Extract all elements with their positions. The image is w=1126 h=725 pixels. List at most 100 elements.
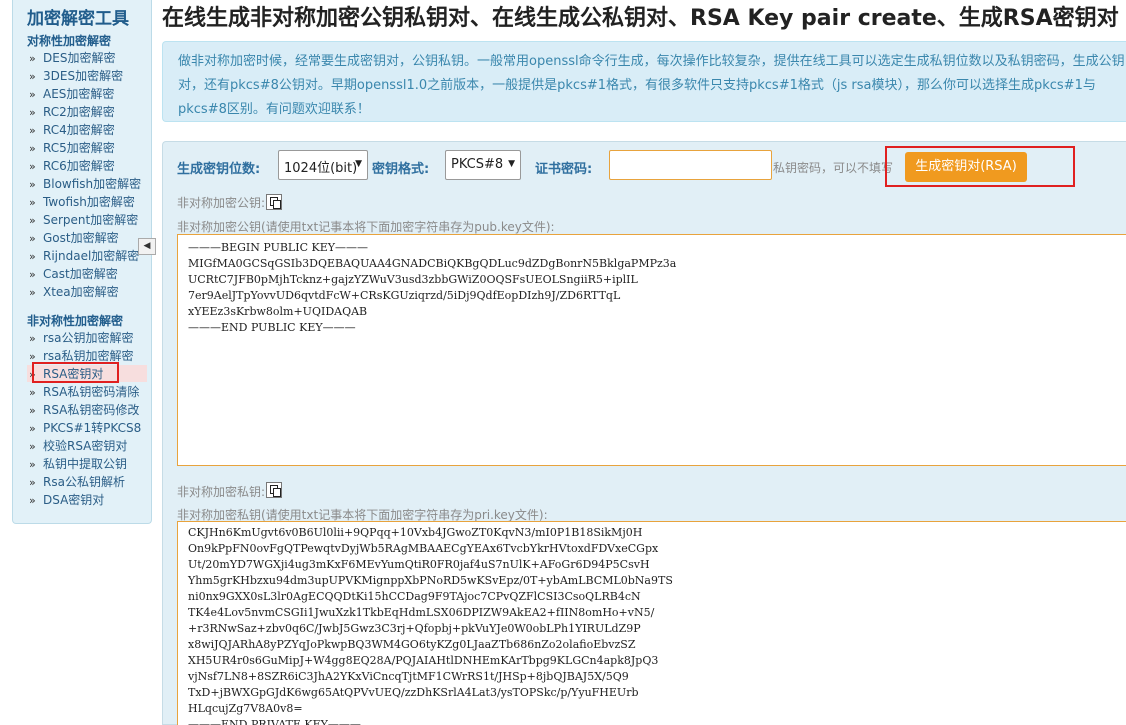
sidebar-item-label: Cast加密解密 xyxy=(43,267,118,281)
sidebar-collapse-button[interactable]: ◀ xyxy=(138,238,156,255)
sidebar-item[interactable]: » DES加密解密 xyxy=(27,49,115,66)
format-select-value: PKCS#8 xyxy=(451,157,504,172)
key-line: On9kPpFN0ovFgQTPewqtvDyjWb5RAgMBAAECgYEA… xyxy=(188,542,659,555)
double-chevron-right-icon: » xyxy=(29,106,36,119)
public-key-label: 非对称加密公钥: xyxy=(177,196,266,210)
sidebar-item[interactable]: » Rsa公私钥解析 xyxy=(27,473,125,490)
sidebar-item[interactable]: » Xtea加密解密 xyxy=(27,283,119,300)
double-chevron-right-icon: » xyxy=(29,458,36,471)
bits-select-value: 1024位(bit) xyxy=(284,161,358,176)
private-key-label: 非对称加密私钥: xyxy=(177,485,266,499)
sidebar: 加密解密工具 对称性加密解密 » DES加密解密 » 3DES加密解密 » AES加密解密… xyxy=(12,0,152,524)
sidebar-item[interactable]: » AES加密解密 xyxy=(27,85,114,102)
sidebar-item-label: Xtea加密解密 xyxy=(43,285,119,299)
copy-icon[interactable] xyxy=(266,194,282,210)
sidebar-item[interactable]: » RC5加密解密 xyxy=(27,139,115,156)
public-key-textarea[interactable]: ———BEGIN PUBLIC KEY——— MIGfMA0GCSqGSIb3DQ… xyxy=(177,234,1126,466)
key-line: ———END PRIVATE KEY——— xyxy=(188,718,361,725)
sidebar-item[interactable]: » RSA密钥对 xyxy=(27,365,147,382)
sidebar-item-label: 私钥中提取公钥 xyxy=(43,457,128,471)
double-chevron-right-icon: » xyxy=(29,440,36,453)
sidebar-item[interactable]: » RSA私钥密码清除 xyxy=(27,383,139,400)
double-chevron-right-icon: » xyxy=(29,332,36,345)
sidebar-item-label: RSA私钥密码修改 xyxy=(43,403,140,417)
sidebar-title: 加密解密工具 xyxy=(27,9,129,29)
sidebar-item[interactable]: » RSA私钥密码修改 xyxy=(27,401,139,418)
key-line: ———BEGIN PUBLIC KEY——— xyxy=(188,241,369,254)
sidebar-item-label: PKCS#1转PKCS8 xyxy=(43,421,142,435)
sidebar-item[interactable]: » DSA密钥对 xyxy=(27,491,104,508)
double-chevron-right-icon: » xyxy=(29,422,36,435)
format-label: 密钥格式: xyxy=(372,162,430,177)
key-line: vjNsf7LN8+8SZR6iC3JhA2YKxViCncqTjtMF1CWr… xyxy=(188,670,629,683)
key-line: XH5UR4r0s6GuMipJ+W4gg8EQ28A/PQJAIAHtlDNH… xyxy=(188,654,659,667)
sidebar-item[interactable]: » Serpent加密解密 xyxy=(27,211,138,228)
key-line: x8wiJQJARhA8yPZYqJoPkwpBQ3WM4GO6tyKZg0LJ… xyxy=(188,638,636,651)
double-chevron-right-icon: » xyxy=(29,476,36,489)
sidebar-item-label: Twofish加密解密 xyxy=(43,195,135,209)
sidebar-item[interactable]: » RC6加密解密 xyxy=(27,157,115,174)
sidebar-item[interactable]: » 3DES加密解密 xyxy=(27,67,123,84)
sidebar-item[interactable]: » 私钥中提取公钥 xyxy=(27,455,127,472)
sidebar-item-label: Rijndael加密解密 xyxy=(43,249,140,263)
sidebar-item-label: RSA私钥密码清除 xyxy=(43,385,140,399)
sidebar-item[interactable]: » Twofish加密解密 xyxy=(27,193,135,210)
sidebar-item-label: Rsa公私钥解析 xyxy=(43,475,125,489)
sidebar-group-asymmetric: 非对称性加密解密 xyxy=(27,314,124,328)
double-chevron-right-icon: » xyxy=(29,286,36,299)
key-line: ———END PUBLIC KEY——— xyxy=(188,321,356,334)
sidebar-item-label: RC6加密解密 xyxy=(43,159,115,173)
public-key-sublabel: 非对称加密公钥(请使用txt记事本将下面加密字符串存为pub.key文件): xyxy=(177,220,555,234)
copy-icon[interactable] xyxy=(266,482,282,498)
double-chevron-right-icon: » xyxy=(29,214,36,227)
double-chevron-right-icon: » xyxy=(29,88,36,101)
generate-keypair-button[interactable]: 生成密钥对(RSA) xyxy=(905,152,1027,182)
sidebar-group-symmetric: 对称性加密解密 xyxy=(27,34,112,48)
bits-select[interactable]: 1024位(bit) ▼ xyxy=(278,150,368,180)
sidebar-item-label: rsa私钥加密解密 xyxy=(43,349,134,363)
sidebar-item[interactable]: » 校验RSA密钥对 xyxy=(27,437,127,454)
double-chevron-right-icon: » xyxy=(29,350,36,363)
sidebar-item[interactable]: » PKCS#1转PKCS8 xyxy=(27,419,141,436)
private-key-textarea[interactable]: CKJHn6KmUgvt6v0B6Ul0lii+9QPqq+10Vxb4JGwo… xyxy=(177,521,1126,725)
sidebar-item[interactable]: » RC4加密解密 xyxy=(27,121,115,138)
key-line: MIGfMA0GCSqGSIb3DQEBAQUAA4GNADCBiQKBgQDL… xyxy=(188,257,677,270)
sidebar-item-label: rsa公钥加密解密 xyxy=(43,331,134,345)
password-label: 证书密码: xyxy=(535,162,593,177)
password-hint: 私钥密码，可以不填写 xyxy=(773,161,894,175)
chevron-down-icon: ▼ xyxy=(355,159,362,169)
password-input[interactable] xyxy=(609,150,772,180)
sidebar-item-label: Serpent加密解密 xyxy=(43,213,139,227)
sidebar-item-label: RSA密钥对 xyxy=(43,367,104,381)
key-line: ni0nx9GXX0sL3lr0AgECQQDtKi15hCCDag9F9TAj… xyxy=(188,590,641,603)
sidebar-item[interactable]: » RC2加密解密 xyxy=(27,103,115,120)
sidebar-item-label: RC2加密解密 xyxy=(43,105,115,119)
double-chevron-right-icon: » xyxy=(29,232,36,245)
sidebar-item-label: DES加密解密 xyxy=(43,51,116,65)
key-line: TK4e4Lov5nvmCSGIi1JwuXzk1TkbEqHdmLSX06DP… xyxy=(188,606,655,619)
double-chevron-right-icon: » xyxy=(29,368,36,381)
bits-label: 生成密钥位数: xyxy=(177,162,261,177)
double-chevron-right-icon: » xyxy=(29,268,36,281)
sidebar-item[interactable]: » Gost加密解密 xyxy=(27,229,119,246)
sidebar-item-label: RC5加密解密 xyxy=(43,141,115,155)
key-line: UCRtC7JFB0pMjhTcknz+gajzYZWuV3usd3zbbGWi… xyxy=(188,273,638,286)
double-chevron-right-icon: » xyxy=(29,70,36,83)
key-line: +r3RNwSaz+zbv0q6C/JwbJ5Gwz3C3rj+Qfopbj+p… xyxy=(188,622,641,635)
sidebar-item[interactable]: » Rijndael加密解密 xyxy=(27,247,139,264)
sidebar-item-label: Blowfish加密解密 xyxy=(43,177,142,191)
key-line: HLqcujZg7V8A0v8= xyxy=(188,702,303,715)
sidebar-item[interactable]: » Cast加密解密 xyxy=(27,265,118,282)
key-line: xYEEz3sKrbw8olm+UQIDAQAB xyxy=(188,305,368,318)
sidebar-item[interactable]: » rsa私钥加密解密 xyxy=(27,347,134,364)
sidebar-item[interactable]: » Blowfish加密解密 xyxy=(27,175,141,192)
description-alert: 做非对称加密时候，经常要生成密钥对，公钥私钥。一般常用openssl命令行生成，… xyxy=(162,41,1126,122)
sidebar-item-label: 校验RSA密钥对 xyxy=(43,439,128,453)
format-select[interactable]: PKCS#8 ▼ xyxy=(445,150,521,180)
page-title: 在线生成非对称加密公钥私钥对、在线生成公私钥对、RSA Key pair cre… xyxy=(162,6,1119,31)
double-chevron-right-icon: » xyxy=(29,178,36,191)
double-chevron-right-icon: » xyxy=(29,142,36,155)
double-chevron-right-icon: » xyxy=(29,52,36,65)
double-chevron-right-icon: » xyxy=(29,386,36,399)
sidebar-item[interactable]: » rsa公钥加密解密 xyxy=(27,329,134,346)
